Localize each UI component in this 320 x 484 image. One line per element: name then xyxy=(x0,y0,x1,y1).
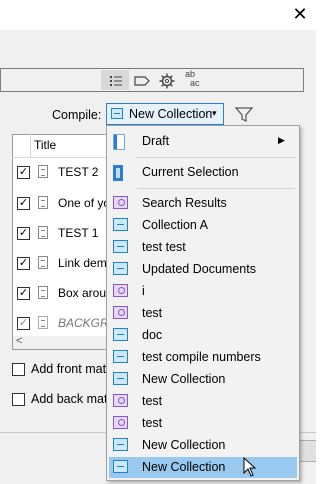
back-matter-checkbox[interactable] xyxy=(12,393,25,406)
menu-item-test[interactable]: test xyxy=(109,413,297,434)
menu-item-test[interactable]: test xyxy=(109,391,297,412)
menu-item-label: New Collection xyxy=(142,438,226,452)
menu-item-collection-a[interactable]: Collection A xyxy=(109,215,297,236)
list-item-title: TEST 2 xyxy=(58,165,99,179)
collection-icon xyxy=(113,240,128,253)
document-icon xyxy=(38,316,48,329)
collection-icon xyxy=(113,372,128,385)
menu-item-label: Current Selection xyxy=(142,165,239,179)
menu-item-label: test xyxy=(142,306,163,320)
list-item[interactable]: ✓ Box arou xyxy=(14,283,108,305)
menu-item-label: test xyxy=(142,416,163,430)
search-collection-icon xyxy=(113,196,128,209)
menu-item-label: Search Results xyxy=(142,196,227,210)
menu-item-doc[interactable]: doc xyxy=(109,325,297,346)
compile-toolbar: ab ac xyxy=(0,68,304,92)
menu-item-new-collection[interactable]: New Collection xyxy=(109,435,297,456)
menu-item-label: test xyxy=(142,394,163,408)
scroll-left-icon[interactable]: < xyxy=(16,335,22,347)
menu-item-search-results[interactable]: Search Results xyxy=(109,193,297,214)
list-item-title: TEST 1 xyxy=(58,226,99,240)
draft-icon xyxy=(113,134,125,150)
search-collection-icon xyxy=(113,284,128,297)
search-collection-icon xyxy=(113,416,128,429)
include-checkbox[interactable]: ✓ xyxy=(17,257,30,270)
contents-header: Title xyxy=(12,134,108,158)
collection-icon xyxy=(113,438,128,451)
horizontal-scrollbar[interactable]: < xyxy=(13,335,107,349)
list-item-title: Box arou xyxy=(58,286,107,300)
menu-item-test-test[interactable]: test test xyxy=(109,237,297,258)
collection-icon xyxy=(113,350,128,363)
collection-icon xyxy=(111,108,123,119)
menu-item-test[interactable]: test xyxy=(109,303,297,324)
chevron-down-icon: ▾ xyxy=(212,108,217,118)
document-icon xyxy=(38,256,48,269)
current-selection-icon xyxy=(113,165,123,181)
list-item-title: Link dem xyxy=(58,256,107,270)
collection-icon xyxy=(113,460,128,473)
blank-document-icon xyxy=(38,226,48,239)
menu-item-label: Updated Documents xyxy=(142,262,256,276)
list-item[interactable]: ✓ TEST 2 xyxy=(14,162,108,184)
mouse-cursor-icon xyxy=(243,457,257,477)
collection-icon xyxy=(113,262,128,275)
header-divider xyxy=(30,134,31,158)
include-checkbox[interactable]: ✓ xyxy=(17,287,30,300)
menu-item-updated-documents[interactable]: Updated Documents xyxy=(109,259,297,280)
menu-item-label: Collection A xyxy=(142,218,209,232)
menu-item-label: doc xyxy=(142,328,163,342)
compile-group-menu: Draft ▶ Current Selection Search Results… xyxy=(106,125,300,481)
filter-icon[interactable] xyxy=(234,106,254,124)
menu-item-new-collection[interactable]: New Collection xyxy=(109,369,297,390)
list-item[interactable]: ✓ BACKGRO xyxy=(14,313,118,335)
compile-label: Compile: xyxy=(52,108,102,122)
document-icon xyxy=(38,196,48,209)
menu-item-label: test compile numbers xyxy=(142,350,261,364)
front-matter-label: Add front mat xyxy=(31,362,107,376)
list-item[interactable]: ✓ One of yo xyxy=(14,193,111,215)
menu-item-label: New Collection xyxy=(142,460,226,474)
collection-icon xyxy=(113,328,128,341)
tag-icon[interactable] xyxy=(133,72,151,90)
include-checkbox[interactable]: ✓ xyxy=(17,166,30,179)
menu-item-label: Draft xyxy=(142,134,170,148)
submenu-arrow-icon: ▶ xyxy=(278,135,285,145)
menu-item-new-collection-highlighted[interactable]: New Collection xyxy=(109,457,297,478)
menu-item-label: New Collection xyxy=(142,372,226,386)
menu-separator xyxy=(137,188,295,189)
menu-item-test-compile-numbers[interactable]: test compile numbers xyxy=(109,347,297,368)
menu-item-label: test test xyxy=(142,240,186,254)
close-icon[interactable]: ✕ xyxy=(288,3,312,27)
abac-bottom: ac xyxy=(190,78,200,88)
menu-item-i[interactable]: i xyxy=(109,281,297,302)
column-title-header[interactable]: Title xyxy=(34,138,56,152)
front-matter-checkbox[interactable] xyxy=(12,363,25,376)
search-collection-icon xyxy=(113,394,128,407)
menu-item-draft[interactable]: Draft ▶ xyxy=(109,131,297,152)
document-icon xyxy=(38,286,48,299)
list-item-title: One of yo xyxy=(58,196,111,210)
include-checkbox[interactable]: ✓ xyxy=(17,197,30,210)
list-icon[interactable] xyxy=(107,72,125,90)
collection-icon xyxy=(113,218,128,231)
abac-icon[interactable]: ab ac xyxy=(185,69,205,91)
search-collection-icon xyxy=(113,306,128,319)
include-checkbox[interactable]: ✓ xyxy=(17,317,30,330)
compile-group-dropdown[interactable]: New Collection ▾ xyxy=(106,103,224,125)
menu-separator xyxy=(137,157,295,158)
menu-item-label: i xyxy=(142,284,145,298)
gear-icon[interactable] xyxy=(158,72,176,90)
menu-item-current-selection[interactable]: Current Selection xyxy=(109,162,297,183)
back-matter-label: Add back mat xyxy=(31,392,108,406)
dialog-title-bar: ✕ xyxy=(0,0,316,30)
document-icon xyxy=(38,165,48,178)
compile-dropdown-value: New Collection xyxy=(129,107,213,121)
list-item[interactable]: ✓ TEST 1 xyxy=(14,223,108,245)
include-checkbox[interactable]: ✓ xyxy=(17,227,30,240)
list-item[interactable]: ✓ Link dem xyxy=(14,253,108,275)
